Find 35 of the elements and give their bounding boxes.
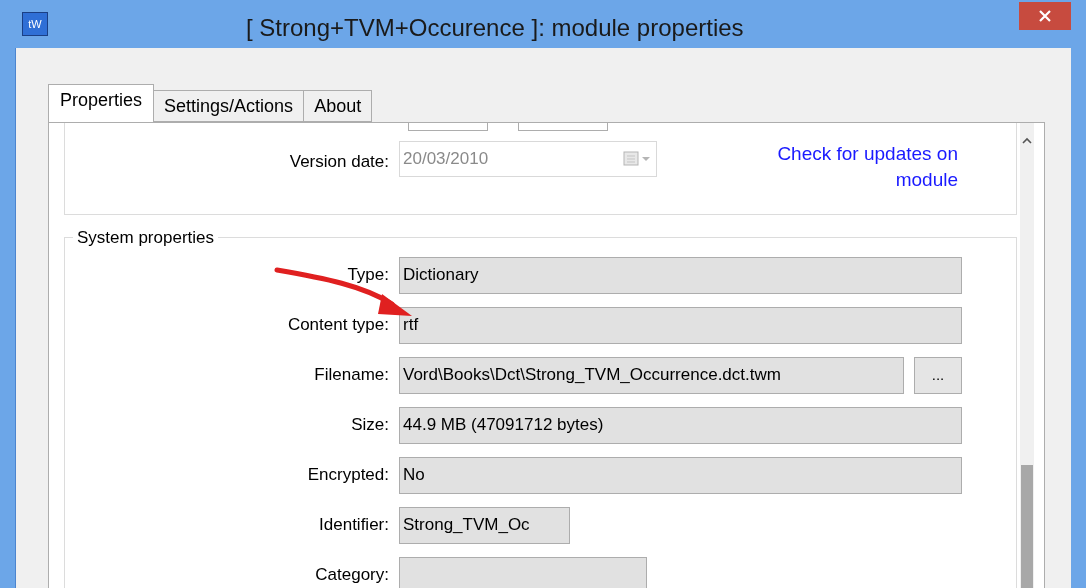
tab[interactable]: Settings/Actions — [153, 90, 305, 122]
field-value: Dictionary — [403, 264, 479, 287]
close-button[interactable] — [1019, 2, 1071, 30]
field-value: rtf — [403, 314, 419, 337]
close-icon — [1038, 9, 1052, 23]
field-label: Size: — [350, 414, 390, 437]
field-value: Strong_TVM_Oc — [403, 514, 530, 537]
scrollbar[interactable] — [1020, 123, 1034, 588]
field-label: Category: — [314, 564, 390, 587]
readonly-field[interactable]: Strong_TVM_Oc — [399, 506, 570, 544]
window-title: [ Strong+TVM+Occurence ]: module properties — [246, 13, 744, 43]
tab[interactable]: About — [303, 90, 373, 122]
readonly-field[interactable]: rtf — [399, 306, 962, 344]
field-label: Identifier: — [318, 514, 390, 537]
app-icon: tW — [22, 12, 48, 36]
readonly-field[interactable]: Dictionary — [399, 256, 962, 294]
field-label: Encrypted: — [306, 464, 390, 487]
field-label: Type: — [346, 264, 390, 287]
update-link[interactable]: Check for updates on module — [732, 141, 958, 193]
tab[interactable]: Properties — [48, 84, 155, 122]
calendar-icon — [623, 151, 653, 167]
scroll-thumb[interactable] — [1021, 465, 1033, 588]
field-value: 44.9 MB (47091712 bytes) — [403, 414, 604, 437]
field-label: Version date: — [288, 151, 390, 173]
readonly-field[interactable]: Vord\Books\Dct\Strong_TVM_Occurrence.dct.twm — [399, 356, 904, 394]
field-label: Filename: — [313, 364, 390, 387]
field-value: No — [403, 464, 425, 487]
readonly-field[interactable]: No — [399, 456, 962, 494]
readonly-field[interactable]: 44.9 MB (47091712 bytes) — [399, 406, 962, 444]
field-label: Content type: — [286, 314, 390, 337]
date-value: 20/03/2010 — [403, 148, 490, 171]
scroll-up-icon — [1022, 137, 1032, 144]
readonly-field[interactable] — [399, 556, 647, 588]
browse-button[interactable]: ... — [914, 356, 962, 394]
field-value: Vord\Books\Dct\Strong_TVM_Occurrence.dct.twm — [403, 364, 781, 387]
